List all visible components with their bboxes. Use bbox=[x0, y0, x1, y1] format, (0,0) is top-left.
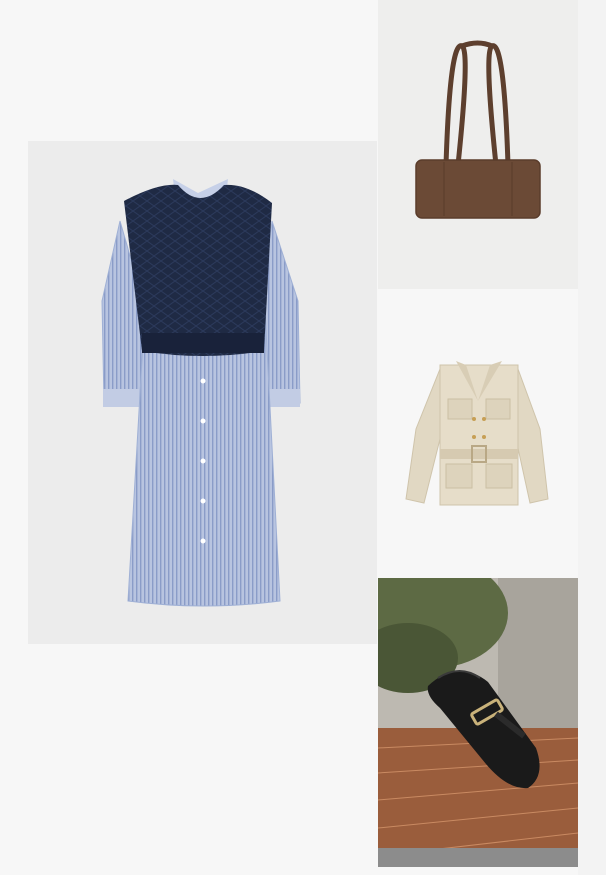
dress-product-image[interactable] bbox=[28, 141, 377, 644]
bag-product-image[interactable] bbox=[378, 0, 578, 289]
jacket-product-image[interactable] bbox=[378, 289, 578, 578]
right-margin bbox=[578, 0, 606, 875]
bag-illustration bbox=[415, 40, 541, 219]
shoe-illustration bbox=[378, 578, 578, 867]
shoe-product-image[interactable] bbox=[378, 578, 578, 867]
dress-illustration bbox=[101, 179, 301, 607]
outfit-board bbox=[0, 0, 606, 875]
jacket-illustration bbox=[405, 361, 549, 506]
